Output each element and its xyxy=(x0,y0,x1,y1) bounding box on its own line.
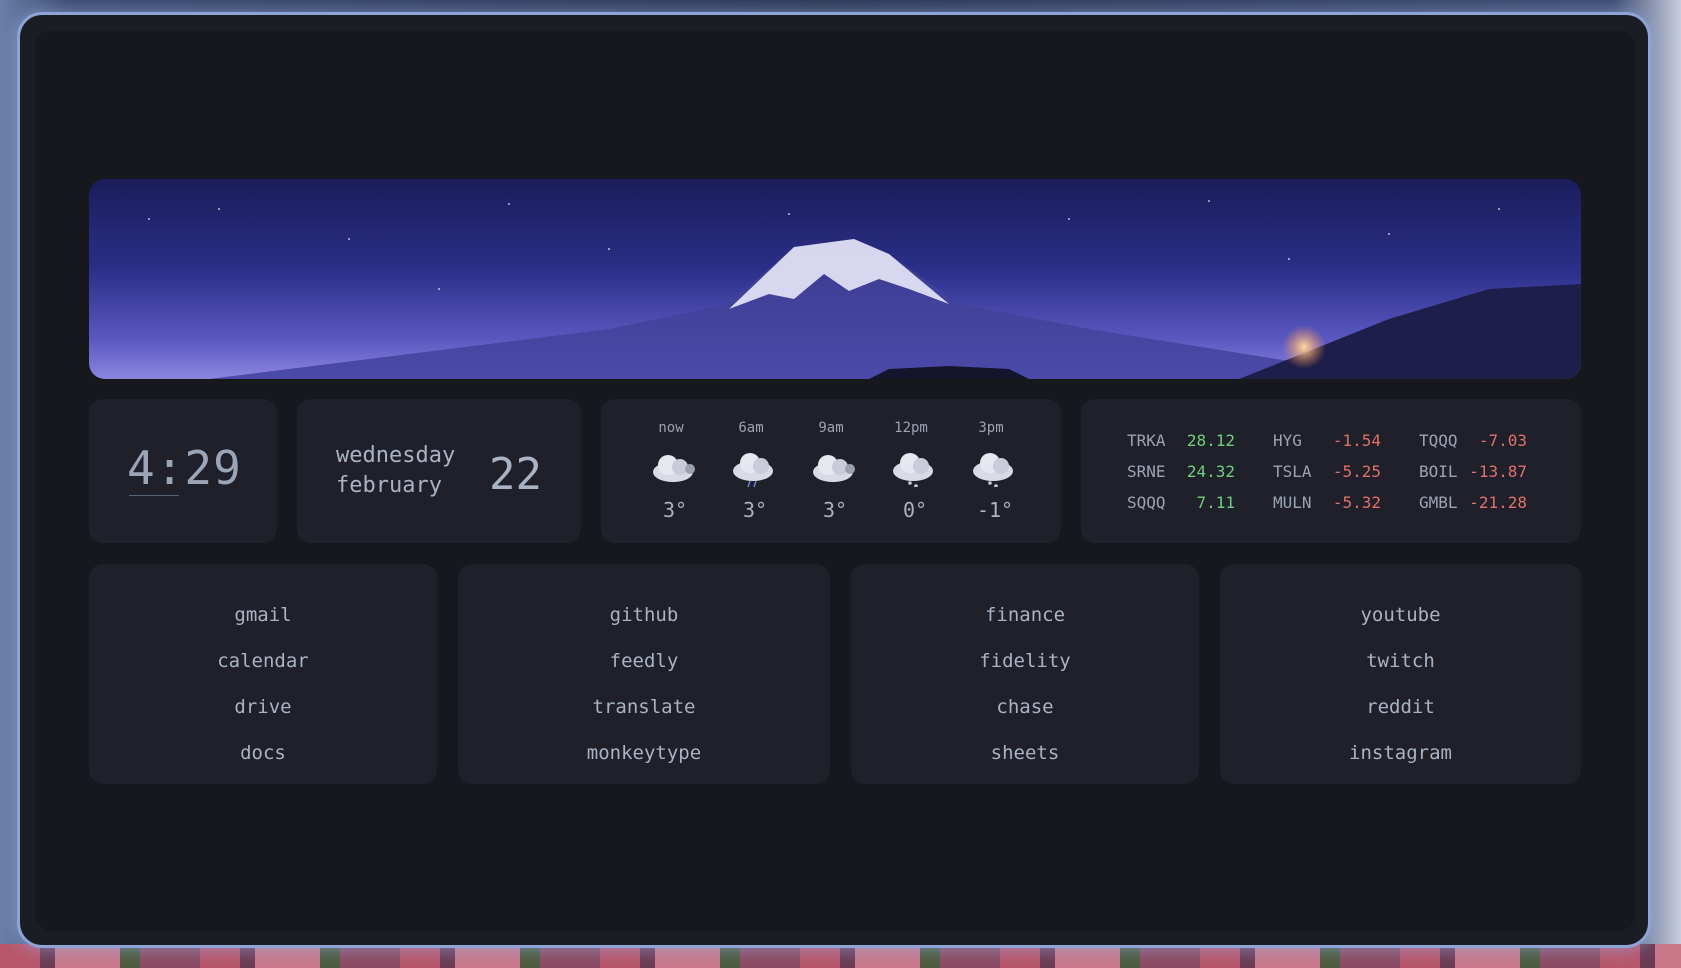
clock-widget: 4:29 xyxy=(89,399,277,543)
stocks-widget: TRKA 28.12 SRNE 24.32 SQQQ 7.11 HYG -1.54 TS… xyxy=(1081,399,1581,543)
stock-change: 7.11 xyxy=(1196,493,1235,512)
stock-change: -1.54 xyxy=(1332,431,1381,450)
stock-symbol: BOIL xyxy=(1419,462,1458,481)
bookmark-link-twitch[interactable]: twitch xyxy=(1220,638,1581,684)
stock-change: -13.87 xyxy=(1469,462,1527,481)
date-widget: wednesday february 22 xyxy=(297,399,581,543)
clock-time: 4:29 xyxy=(127,441,242,495)
forecast-temp: 0° xyxy=(902,498,928,522)
weather-widget: now 3° 6am 3° 9am 3° 12pm 0° 3pm -1° xyxy=(601,399,1061,543)
stock-change: -21.28 xyxy=(1469,493,1527,512)
stock-symbol: SRNE xyxy=(1127,462,1166,481)
forecast-time: 12pm xyxy=(894,420,928,436)
forecast-column: 3pm -1° xyxy=(951,399,1031,543)
stock-symbol: GMBL xyxy=(1419,493,1458,512)
forecast-temp: -1° xyxy=(976,498,1014,522)
bookmark-link-sheets[interactable]: sheets xyxy=(851,730,1199,776)
stock-symbol: SQQQ xyxy=(1127,493,1166,512)
forecast-temp: 3° xyxy=(822,498,848,522)
mountain-banner-image xyxy=(89,179,1581,379)
bookmark-link-feedly[interactable]: feedly xyxy=(458,638,830,684)
forecast-time: now xyxy=(658,420,684,436)
forecast-time: 9am xyxy=(818,420,844,436)
forecast-time: 6am xyxy=(738,420,764,436)
date-month: february xyxy=(336,473,442,498)
snow-cloud-icon xyxy=(973,453,1013,487)
stock-change: -5.25 xyxy=(1332,462,1381,481)
bookmark-link-youtube[interactable]: youtube xyxy=(1220,592,1581,638)
forecast-column: 6am 3° xyxy=(711,399,791,543)
stock-symbol: TRKA xyxy=(1127,431,1166,450)
bookmarks-group-finance: finance fidelity chase sheets xyxy=(851,564,1199,784)
cloud-icon xyxy=(813,455,855,482)
wallpaper-strip xyxy=(0,944,1681,968)
bookmark-link-monkeytype[interactable]: monkeytype xyxy=(458,730,830,776)
stock-change: 24.32 xyxy=(1186,462,1235,481)
stock-change: -7.03 xyxy=(1478,431,1527,450)
bookmark-link-drive[interactable]: drive xyxy=(89,684,437,730)
bookmark-link-docs[interactable]: docs xyxy=(89,730,437,776)
bookmark-link-calendar[interactable]: calendar xyxy=(89,638,437,684)
bookmarks-group-google: gmail calendar drive docs xyxy=(89,564,437,784)
bookmark-link-gmail[interactable]: gmail xyxy=(89,592,437,638)
stock-symbol: HYG xyxy=(1273,431,1302,450)
rain-cloud-icon xyxy=(733,453,773,487)
forecast-temp: 3° xyxy=(742,498,768,522)
forecast-column: 9am 3° xyxy=(791,399,871,543)
bookmarks-group-dev: github feedly translate monkeytype xyxy=(458,564,830,784)
date-day-number: 22 xyxy=(489,449,542,500)
bookmark-link-chase[interactable]: chase xyxy=(851,684,1199,730)
forecast-time: 3pm xyxy=(978,420,1004,436)
forecast-temp: 3° xyxy=(662,498,688,522)
bookmark-link-finance[interactable]: finance xyxy=(851,592,1199,638)
stock-symbol: TSLA xyxy=(1273,462,1312,481)
stock-symbol: MULN xyxy=(1273,493,1312,512)
bookmark-link-reddit[interactable]: reddit xyxy=(1220,684,1581,730)
bookmark-link-github[interactable]: github xyxy=(458,592,830,638)
bookmark-link-instagram[interactable]: instagram xyxy=(1220,730,1581,776)
forecast-column: 12pm 0° xyxy=(871,399,951,543)
stock-change: 28.12 xyxy=(1186,431,1235,450)
bookmark-link-translate[interactable]: translate xyxy=(458,684,830,730)
bookmark-link-fidelity[interactable]: fidelity xyxy=(851,638,1199,684)
date-weekday: wednesday xyxy=(336,443,456,468)
stock-symbol: TQQQ xyxy=(1419,431,1458,450)
forecast-column: now 3° xyxy=(631,399,711,543)
snow-cloud-icon xyxy=(893,453,933,487)
mountain-illustration xyxy=(148,200,1581,379)
clock-underline xyxy=(129,495,179,496)
cloud-icon xyxy=(653,455,695,482)
stock-change: -5.32 xyxy=(1332,493,1381,512)
bookmarks-group-media: youtube twitch reddit instagram xyxy=(1220,564,1581,784)
